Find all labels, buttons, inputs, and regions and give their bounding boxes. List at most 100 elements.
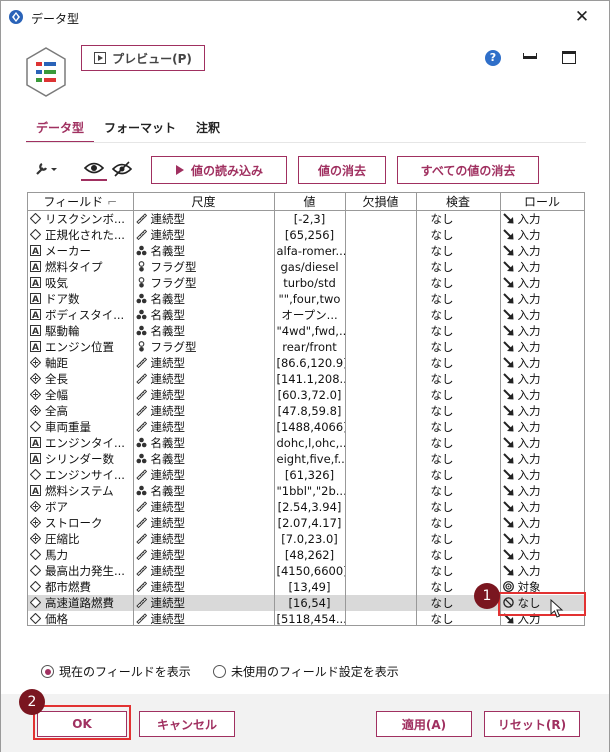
- missing-cell[interactable]: [345, 339, 417, 355]
- table-row[interactable]: A エンジンタイ... 名義型 dohc,l,ohc,... なし 入力: [28, 435, 584, 451]
- missing-cell[interactable]: [345, 451, 417, 467]
- field-cell[interactable]: 全高: [28, 403, 134, 419]
- field-cell[interactable]: リスクシンボ...: [28, 210, 134, 227]
- table-row[interactable]: 車両重量 連続型 [1488,4066] なし 入力: [28, 419, 584, 435]
- values-cell[interactable]: rear/front: [274, 339, 346, 355]
- measure-cell[interactable]: 連続型: [133, 547, 275, 563]
- table-row[interactable]: エンジンサイ... 連続型 [61,326] なし 入力: [28, 467, 584, 483]
- hide-fields-toggle[interactable]: [109, 157, 135, 181]
- values-cell[interactable]: [2.07,4.17]: [274, 515, 346, 531]
- check-cell[interactable]: なし: [416, 563, 501, 579]
- measure-cell[interactable]: 連続型: [133, 419, 275, 435]
- check-cell[interactable]: なし: [416, 355, 501, 371]
- field-cell[interactable]: 価格: [28, 611, 134, 625]
- measure-cell[interactable]: 連続型: [133, 515, 275, 531]
- field-cell[interactable]: 高速道路燃費: [28, 595, 134, 611]
- check-cell[interactable]: なし: [416, 371, 501, 387]
- field-cell[interactable]: ストローク: [28, 515, 134, 531]
- check-cell[interactable]: なし: [416, 435, 501, 451]
- field-cell[interactable]: A ドア数: [28, 291, 134, 307]
- role-cell[interactable]: 入力: [500, 515, 584, 531]
- table-row[interactable]: 最高出力発生... 連続型 [4150,6600] なし 入力: [28, 563, 584, 579]
- values-cell[interactable]: [141.1,208...: [274, 371, 346, 387]
- check-cell[interactable]: なし: [416, 387, 501, 403]
- values-cell[interactable]: [16,54]: [274, 595, 346, 611]
- table-row[interactable]: A 燃料システム 名義型 "1bbl","2b... なし 入力: [28, 483, 584, 499]
- check-cell[interactable]: なし: [416, 227, 501, 243]
- show-current-fields-option[interactable]: 現在のフィールドを表示: [41, 663, 191, 680]
- check-cell[interactable]: なし: [416, 499, 501, 515]
- help-icon[interactable]: ?: [485, 50, 501, 66]
- missing-cell[interactable]: [345, 611, 417, 625]
- values-cell[interactable]: [47.8,59.8]: [274, 403, 346, 419]
- role-cell[interactable]: 入力: [500, 355, 584, 371]
- measure-cell[interactable]: 連続型: [133, 210, 275, 227]
- check-cell[interactable]: なし: [416, 259, 501, 275]
- measure-cell[interactable]: 名義型: [133, 483, 275, 499]
- cancel-button[interactable]: キャンセル: [139, 711, 235, 737]
- table-row[interactable]: 正規化された... 連続型 [65,256] なし 入力: [28, 227, 584, 243]
- missing-cell[interactable]: [345, 291, 417, 307]
- tab-format[interactable]: フォーマット: [94, 119, 186, 143]
- check-cell[interactable]: なし: [416, 291, 501, 307]
- table-row[interactable]: A 吸気 フラグ型 turbo/std なし 入力: [28, 275, 584, 291]
- clear-values-button[interactable]: 値の消去: [298, 156, 386, 184]
- missing-cell[interactable]: [345, 435, 417, 451]
- values-cell[interactable]: "1bbl","2b...: [274, 483, 346, 499]
- column-header-values[interactable]: 値: [274, 193, 346, 211]
- field-cell[interactable]: ボア: [28, 499, 134, 515]
- table-row[interactable]: 圧縮比 連続型 [7.0,23.0] なし 入力: [28, 531, 584, 547]
- column-header-field[interactable]: フィールド ⌐: [28, 193, 134, 211]
- missing-cell[interactable]: [345, 275, 417, 291]
- missing-cell[interactable]: [345, 419, 417, 435]
- missing-cell[interactable]: [345, 579, 417, 595]
- check-cell[interactable]: なし: [416, 419, 501, 435]
- missing-cell[interactable]: [345, 483, 417, 499]
- role-cell[interactable]: 入力: [500, 291, 584, 307]
- values-cell[interactable]: [65,256]: [274, 227, 346, 243]
- clear-all-values-button[interactable]: すべての値の消去: [397, 156, 539, 184]
- field-cell[interactable]: A 駆動輪: [28, 323, 134, 339]
- missing-cell[interactable]: [345, 227, 417, 243]
- values-cell[interactable]: "",four,two: [274, 291, 346, 307]
- check-cell[interactable]: なし: [416, 210, 501, 227]
- missing-cell[interactable]: [345, 531, 417, 547]
- role-cell[interactable]: 入力: [500, 339, 584, 355]
- field-cell[interactable]: A 燃料タイプ: [28, 259, 134, 275]
- table-row[interactable]: 軸距 連続型 [86.6,120.9] なし 入力: [28, 355, 584, 371]
- table-row[interactable]: ストローク 連続型 [2.07,4.17] なし 入力: [28, 515, 584, 531]
- maximize-panel-icon[interactable]: [562, 51, 576, 64]
- measure-cell[interactable]: 名義型: [133, 307, 275, 323]
- field-cell[interactable]: A 吸気: [28, 275, 134, 291]
- measure-cell[interactable]: フラグ型: [133, 275, 275, 291]
- field-cell[interactable]: A シリンダー数: [28, 451, 134, 467]
- missing-cell[interactable]: [345, 499, 417, 515]
- missing-cell[interactable]: [345, 243, 417, 259]
- role-cell[interactable]: 入力: [500, 547, 584, 563]
- role-cell[interactable]: 入力: [500, 387, 584, 403]
- tab-annotation[interactable]: 注釈: [186, 119, 230, 143]
- missing-cell[interactable]: [345, 515, 417, 531]
- field-cell[interactable]: 最高出力発生...: [28, 563, 134, 579]
- values-cell[interactable]: [2.54,3.94]: [274, 499, 346, 515]
- field-cell[interactable]: A 燃料システム: [28, 483, 134, 499]
- measure-cell[interactable]: 連続型: [133, 579, 275, 595]
- missing-cell[interactable]: [345, 355, 417, 371]
- measure-cell[interactable]: フラグ型: [133, 339, 275, 355]
- values-cell[interactable]: [86.6,120.9]: [274, 355, 346, 371]
- read-values-button[interactable]: 値の読み込み: [151, 156, 287, 184]
- table-row[interactable]: 全長 連続型 [141.1,208... なし 入力: [28, 371, 584, 387]
- table-row[interactable]: A ドア数 名義型 "",four,two なし 入力: [28, 291, 584, 307]
- check-cell[interactable]: なし: [416, 531, 501, 547]
- minimize-panel-icon[interactable]: [523, 53, 537, 59]
- field-cell[interactable]: A メーカー: [28, 243, 134, 259]
- preview-button[interactable]: プレビュー(P): [81, 45, 205, 71]
- field-cell[interactable]: 車両重量: [28, 419, 134, 435]
- measure-cell[interactable]: 連続型: [133, 611, 275, 625]
- missing-cell[interactable]: [345, 547, 417, 563]
- table-row[interactable]: 馬力 連続型 [48,262] なし 入力: [28, 547, 584, 563]
- missing-cell[interactable]: [345, 323, 417, 339]
- table-row[interactable]: 全幅 連続型 [60.3,72.0] なし 入力: [28, 387, 584, 403]
- values-cell[interactable]: gas/diesel: [274, 259, 346, 275]
- role-cell[interactable]: 入力: [500, 323, 584, 339]
